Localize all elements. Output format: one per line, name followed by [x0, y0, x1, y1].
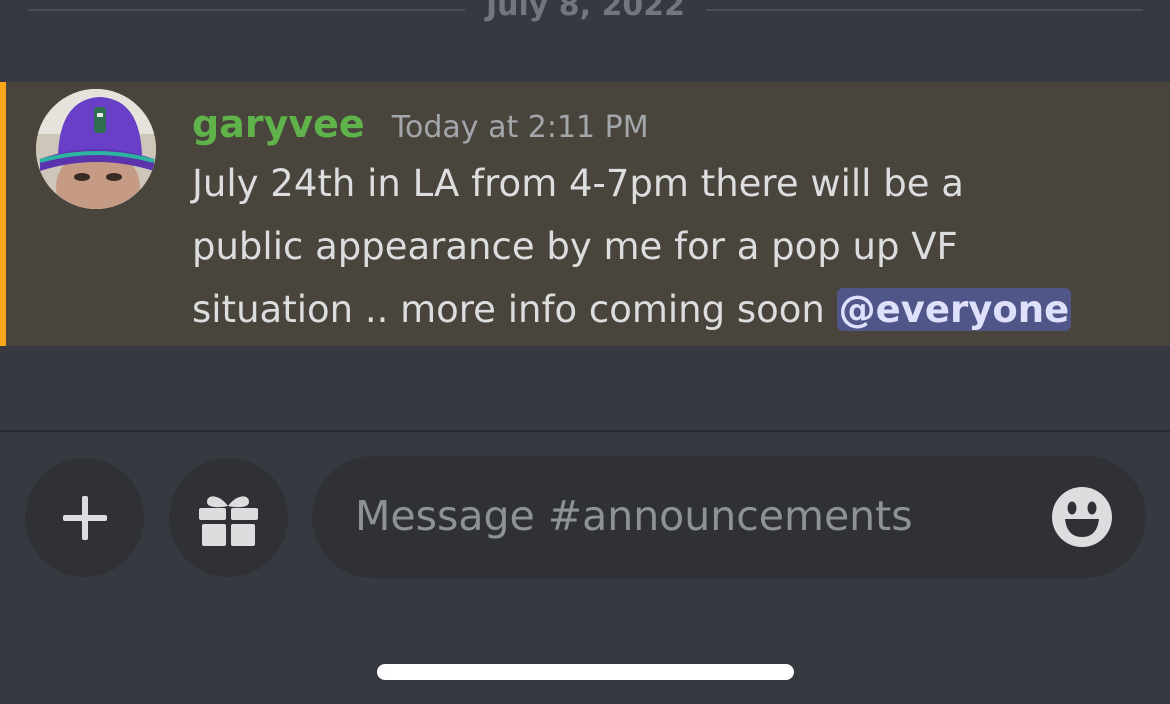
date-divider: July 8, 2022 [0, 0, 1170, 30]
message-line: public appearance by me for a pop up VF [192, 225, 958, 268]
message-line: situation .. more info coming soon @ever… [192, 278, 1152, 341]
mention-highlight-bar [0, 82, 6, 346]
chat-screen: July 8, 2022 garyvee Today at 2:11 PM Ju… [0, 0, 1170, 704]
message-content: July 24th in LA from 4-7pm there will be… [192, 152, 1152, 341]
author-name[interactable]: garyvee [192, 102, 365, 146]
gift-nitro-button[interactable] [169, 458, 288, 577]
user-avatar-photo-icon [36, 89, 156, 209]
message-input[interactable]: Message #announcements [312, 456, 1146, 578]
everyone-mention[interactable]: @everyone [836, 288, 1072, 331]
composer-divider [0, 430, 1170, 432]
plus-icon [63, 496, 107, 540]
divider-line-left [28, 9, 465, 11]
message-header: garyvee Today at 2:11 PM [192, 100, 649, 148]
gift-icon [199, 496, 258, 546]
smiley-face-icon [1052, 487, 1112, 547]
message-timestamp: Today at 2:11 PM [391, 110, 649, 145]
home-indicator[interactable] [377, 664, 794, 680]
message-line: July 24th in LA from 4-7pm there will be… [192, 162, 964, 205]
emoji-picker-button[interactable] [1051, 486, 1113, 548]
message-input-placeholder: Message #announcements [355, 492, 913, 540]
divider-line-right [706, 9, 1143, 11]
date-label: July 8, 2022 [485, 0, 685, 23]
add-attachment-button[interactable] [25, 458, 144, 577]
avatar[interactable] [36, 89, 156, 209]
message-line-text: situation .. more info coming soon [192, 288, 837, 331]
